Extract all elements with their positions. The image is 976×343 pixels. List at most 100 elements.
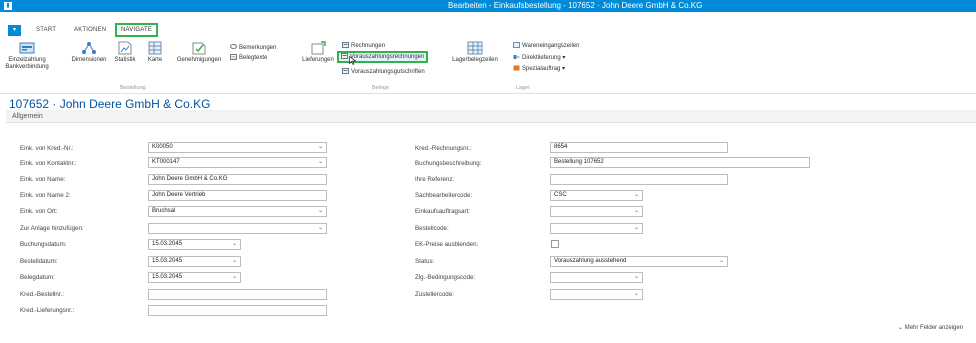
eink-name-label: Eink. von Name: [20, 176, 66, 183]
einzelzahlung-button[interactable]: Einzelzahlung Bankverbindung [4, 41, 50, 71]
eink-name2-field[interactable]: John Deere Vertrieb [148, 190, 327, 201]
warehouse-lines-icon [467, 41, 483, 55]
sachbearbeitercode-field[interactable]: CSC ⌄ [550, 190, 643, 201]
buchungsbeschreibung-field[interactable]: Bestellung 107652 [550, 157, 810, 168]
more-fields-link[interactable]: ⌄ Mehr Felder anzeigen [898, 324, 963, 331]
einkaufsauftragsart-field[interactable]: ⌄ [550, 206, 643, 217]
ribbon-tabs: ▾ START AKTIONEN NAVIGATE [0, 23, 976, 38]
eink-name-field[interactable]: John Deere GmbH & Co.KG [148, 174, 327, 185]
ek-preise-checkbox[interactable] [551, 240, 559, 248]
receipt-lines-icon [513, 42, 520, 48]
section-label: Allgemein [12, 113, 43, 120]
ribbon: Einzelzahlung Bankverbindung Dimensionen… [0, 38, 976, 94]
wareneingangszeilen-button[interactable]: Wareneingangszeilen [513, 42, 579, 50]
chevron-down-icon[interactable]: ⌄ [318, 207, 323, 216]
bestelldatum-label: Bestelldatum: [20, 258, 58, 265]
chevron-down-icon[interactable]: ⌄ [232, 257, 237, 266]
ihre-referenz-field[interactable] [550, 174, 728, 185]
eink-kontaktnr-label: Eink. von Kontaktnr.: [20, 160, 77, 167]
eink-kred-nr-field[interactable]: K00050 ⌄ [148, 142, 327, 153]
chevron-down-icon[interactable]: ⌄ [634, 191, 639, 200]
window-title: Bearbeiten - Einkaufsbestellung - 107652… [448, 1, 703, 10]
lieferungen-button[interactable]: Lieferungen [298, 41, 338, 64]
bemerkungen-button[interactable]: Bemerkungen [230, 44, 276, 52]
group-belege: Belege [372, 85, 390, 91]
spezialauftrag-button[interactable]: Spezialauftrag ▾ [513, 65, 565, 73]
eink-ort-field[interactable]: Bruchsal ⌄ [148, 206, 327, 217]
deliveries-icon [311, 41, 326, 55]
belegdatum-label: Belegdatum: [20, 274, 55, 281]
ek-preise-label: EK-Preise ausblenden: [415, 241, 479, 248]
group-bestellung: Bestellung [120, 85, 146, 91]
belegtexte-button[interactable]: Belegtexte [230, 54, 267, 62]
status-field[interactable]: Vorauszahlung ausstehend ⌄ [550, 256, 728, 267]
genehmigungen-button[interactable]: Genehmigungen [172, 41, 226, 64]
chevron-down-icon: ⌄ [898, 325, 905, 331]
prepayment-invoice-icon [341, 53, 348, 59]
chevron-down-icon[interactable]: ⌄ [634, 224, 639, 233]
rechnungen-button[interactable]: Rechnungen [342, 42, 385, 50]
kred-rechnungsnr-label: Kred.-Rechnungsnr.: [415, 145, 472, 152]
bestelldatum-field[interactable]: 15.03.2045 ⌄ [148, 256, 241, 267]
sachbearbeitercode-label: Sachbearbeitercode: [415, 192, 473, 199]
wareneingangszeilen-label: Wareneingangszeilen [522, 43, 580, 49]
chevron-down-icon[interactable]: ⌄ [634, 207, 639, 216]
bemerkungen-label: Bemerkungen [239, 45, 277, 51]
buchungsbeschreibung-label: Buchungsbeschreibung: [415, 160, 482, 167]
buchungsdatum-field[interactable]: 15.03.2045 ⌄ [148, 239, 241, 250]
chevron-down-icon[interactable]: ⌄ [634, 290, 639, 299]
eink-name2-label: Eink. von Name 2: [20, 192, 71, 199]
spezialauftrag-label: Spezialauftrag [522, 66, 561, 72]
vorauszahlungsgutschriften-button[interactable]: Vorauszahlungsgutschriften [342, 68, 425, 76]
group-lager: Lager [516, 85, 531, 91]
zur-anlage-field[interactable]: ⌄ [148, 223, 327, 234]
zlg-bedingungscode-label: Zlg.-Bedingungscode: [415, 274, 476, 281]
tab-aktionen[interactable]: AKTIONEN [74, 26, 106, 35]
chevron-down-icon[interactable]: ⌄ [719, 257, 724, 266]
zlg-bedingungscode-field[interactable]: ⌄ [550, 272, 643, 283]
kred-lieferungsnr-field[interactable] [148, 305, 327, 316]
comments-icon [230, 44, 237, 49]
statistik-button[interactable]: Statistik [112, 41, 138, 64]
direktlieferung-button[interactable]: Direktlieferung ▾ [513, 54, 565, 62]
invoices-icon [342, 42, 349, 48]
buchungsdatum-label: Buchungsdatum: [20, 241, 67, 248]
tab-start[interactable]: START [36, 26, 56, 35]
chevron-down-icon[interactable]: ⌄ [232, 240, 237, 249]
bestellcode-field[interactable]: ⌄ [550, 223, 643, 234]
bestellcode-label: Bestellcode: [415, 225, 449, 232]
chevron-down-icon[interactable]: ⌄ [318, 224, 323, 233]
status-label: Status: [415, 258, 435, 265]
belegdatum-field[interactable]: 15.03.2045 ⌄ [148, 272, 241, 283]
karte-button[interactable]: Karte [142, 41, 168, 64]
file-menu-icon[interactable]: ▾ [8, 25, 21, 36]
eink-kred-nr-label: Eink. von Kred.-Nr.: [20, 145, 74, 152]
chevron-down-icon[interactable]: ⌄ [318, 143, 323, 152]
tab-navigate[interactable]: NAVIGATE [115, 23, 159, 37]
special-order-icon [513, 65, 520, 71]
eink-kontaktnr-field[interactable]: KT000147 ⌄ [148, 157, 327, 168]
title-bar: ▮ Bearbeiten - Einkaufsbestellung - 1076… [0, 0, 976, 12]
direktlieferung-label: Direktlieferung [522, 55, 561, 61]
lagerbelegzeilen-label: Lagerbelegzeilen [452, 57, 498, 63]
chevron-down-icon[interactable]: ⌄ [318, 158, 323, 167]
more-fields-label: Mehr Felder anzeigen [904, 325, 964, 331]
statistik-label: Statistik [114, 57, 136, 63]
vorauszahlungsrechnungen-label: Vorauszahlungsrechnungen [350, 54, 425, 60]
app-icon[interactable]: ▮ [4, 2, 12, 10]
belegtexte-label: Belegtexte [239, 55, 268, 61]
kred-bestellnr-field[interactable] [148, 289, 327, 300]
zustellercode-field[interactable]: ⌄ [550, 289, 643, 300]
lagerbelegzeilen-button[interactable]: Lagerbelegzeilen [452, 41, 498, 64]
section-allgemein[interactable]: Allgemein [6, 110, 976, 123]
einzelzahlung-label: Einzelzahlung Bankverbindung [5, 57, 49, 70]
chevron-down-icon[interactable]: ⌄ [634, 273, 639, 282]
dimensionen-button[interactable]: Dimensionen [70, 41, 108, 64]
mouse-cursor-icon [349, 56, 356, 65]
kred-bestellnr-label: Kred.-Bestellnr.: [20, 291, 65, 298]
statistics-icon [118, 41, 132, 55]
chevron-down-icon: ▾ [560, 66, 566, 72]
karte-label: Karte [147, 57, 163, 63]
chevron-down-icon[interactable]: ⌄ [232, 273, 237, 282]
kred-rechnungsnr-field[interactable]: 8654 [550, 142, 728, 153]
